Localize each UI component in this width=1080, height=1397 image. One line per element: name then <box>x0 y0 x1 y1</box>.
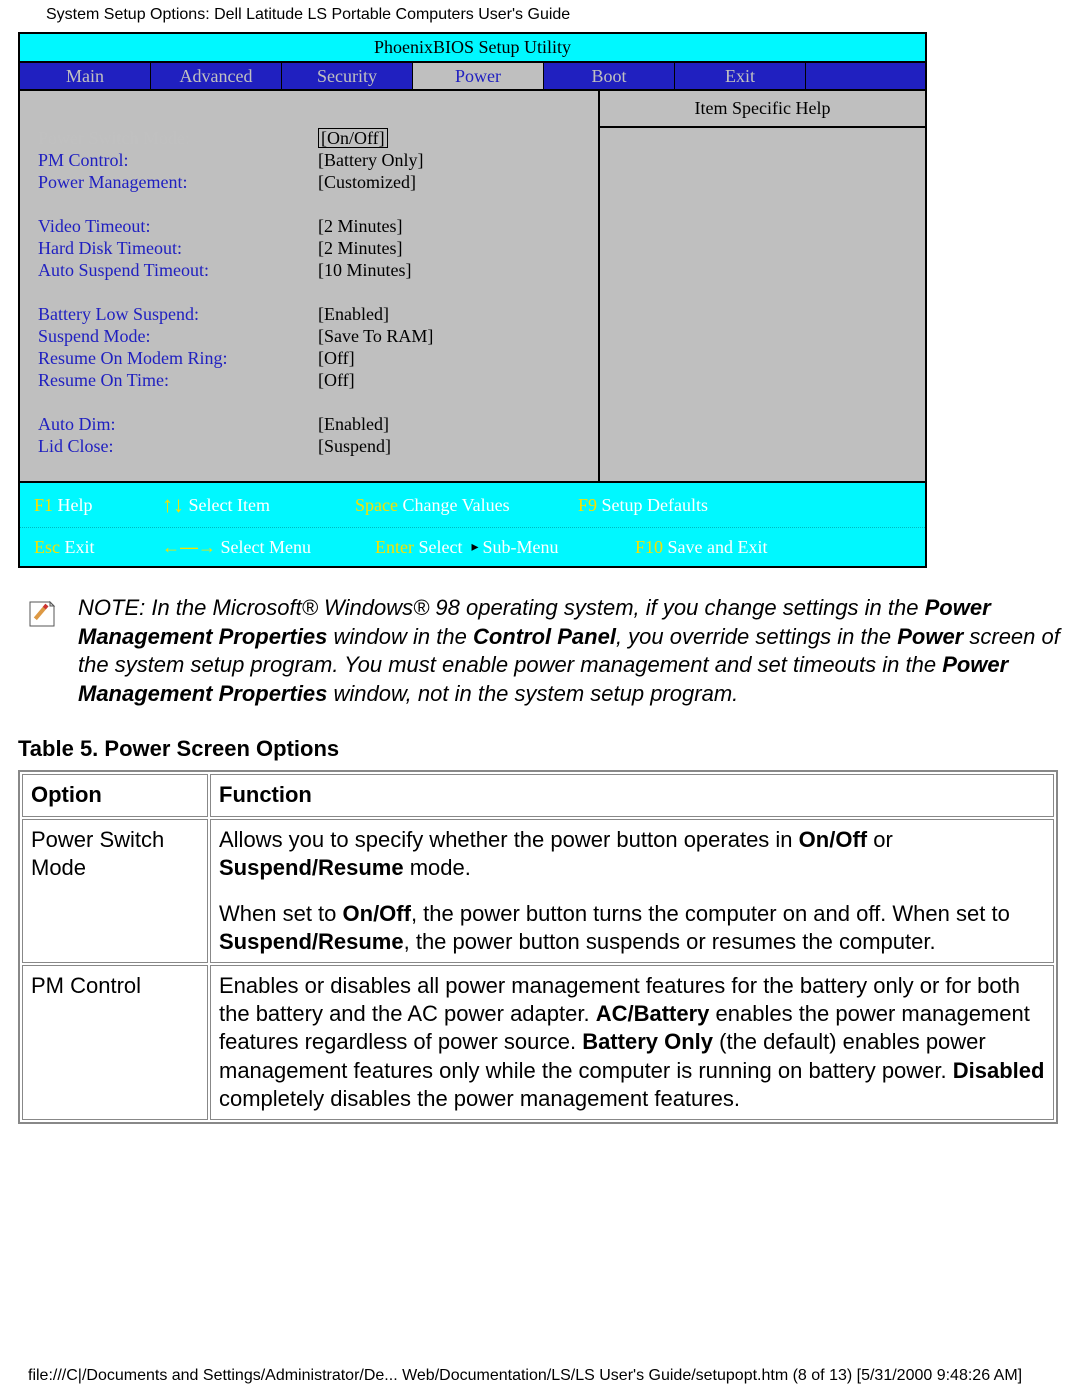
note: NOTE: In the Microsoft® Windows® 98 oper… <box>28 594 1062 708</box>
table-row: PM Control Enables or disables all power… <box>22 965 1054 1120</box>
act-help: Help <box>58 494 93 517</box>
bios-tabs: Main Advanced Security Power Boot Exit <box>20 63 925 92</box>
bios-option-row[interactable]: Resume On Time:[Off] <box>20 369 598 391</box>
tab-security[interactable]: Security <box>282 63 413 90</box>
key-enter: Enter <box>375 536 414 559</box>
key-space: Space <box>355 494 398 517</box>
page-footer: file:///C|/Documents and Settings/Admini… <box>28 1367 1052 1385</box>
bios-option-row[interactable]: Resume On Modem Ring:[Off] <box>20 347 598 369</box>
opt-desc: Allows you to specify whether the power … <box>210 819 1054 964</box>
bios-options: Power Switch Mode:[On/Off]PM Control:[Ba… <box>20 91 600 481</box>
option-value: [10 Minutes] <box>318 259 598 281</box>
page-header: System Setup Options: Dell Latitude LS P… <box>46 6 1062 24</box>
option-value: [Save To RAM] <box>318 325 598 347</box>
key-f10: F10 <box>635 536 663 559</box>
bios-option-row[interactable]: Battery Low Suspend:[Enabled] <box>20 303 598 325</box>
opt-name: Power Switch Mode <box>22 819 208 964</box>
option-value: [Enabled] <box>318 303 598 325</box>
option-label: Video Timeout: <box>38 215 318 237</box>
act-save-exit: Save and Exit <box>668 536 768 559</box>
option-value: [Suspend] <box>318 435 598 457</box>
option-value: [Off] <box>318 369 598 391</box>
option-label: Power Switch Mode: <box>38 127 318 149</box>
key-esc: Esc <box>34 536 60 559</box>
act-select: Select <box>418 536 462 559</box>
bios-screenshot: PhoenixBIOS Setup Utility Main Advanced … <box>18 32 927 568</box>
option-value: [Customized] <box>318 171 598 193</box>
bios-option-row[interactable]: Power Management:[Customized] <box>20 171 598 193</box>
bios-option-row[interactable]: Video Timeout:[2 Minutes] <box>20 215 598 237</box>
act-select-menu: Select Menu <box>221 536 311 559</box>
tab-power[interactable]: Power <box>413 63 544 90</box>
option-label: Resume On Time: <box>38 369 318 391</box>
option-label: PM Control: <box>38 149 318 171</box>
bios-option-row[interactable]: Auto Dim:[Enabled] <box>20 413 598 435</box>
footer-path: file:///C|/Documents and Settings/Admini… <box>28 1367 1022 1385</box>
option-label: Auto Suspend Timeout: <box>38 259 318 281</box>
key-f1: F1 <box>34 494 53 517</box>
option-label: Auto Dim: <box>38 413 318 435</box>
note-text: NOTE: In the Microsoft® Windows® 98 oper… <box>78 594 1062 708</box>
arrow-left-right-icon: ←—→ <box>162 536 216 559</box>
tab-advanced[interactable]: Advanced <box>151 63 282 90</box>
bios-option-row[interactable]: PM Control:[Battery Only] <box>20 149 598 171</box>
act-exit: Exit <box>65 536 95 559</box>
arrow-up-down-icon: ↑↓ <box>162 491 184 519</box>
act-setup-defaults: Setup Defaults <box>602 494 708 517</box>
pencil-note-icon <box>28 600 62 634</box>
bios-option-row[interactable]: Hard Disk Timeout:[2 Minutes] <box>20 237 598 259</box>
act-submenu: Sub-Menu <box>483 536 559 559</box>
tab-exit[interactable]: Exit <box>675 63 806 90</box>
option-value: [On/Off] <box>318 127 598 149</box>
option-value: [Off] <box>318 347 598 369</box>
act-select-item: Select Item <box>189 494 270 517</box>
bios-option-row[interactable]: Auto Suspend Timeout:[10 Minutes] <box>20 259 598 281</box>
table-title: Table 5. Power Screen Options <box>18 736 1062 762</box>
tab-main[interactable]: Main <box>20 63 151 90</box>
options-table: Option Function Power Switch Mode Allows… <box>18 770 1058 1124</box>
col-option: Option <box>22 774 208 816</box>
col-function: Function <box>210 774 1054 816</box>
option-value: [2 Minutes] <box>318 237 598 259</box>
tab-spacer <box>806 63 925 90</box>
option-label: Hard Disk Timeout: <box>38 237 318 259</box>
act-change-values: Change Values <box>402 494 509 517</box>
option-label: Battery Low Suspend: <box>38 303 318 325</box>
bios-key-legend: F1 Help ↑↓ Select Item Space Change Valu… <box>20 481 925 566</box>
bios-option-row[interactable]: Power Switch Mode:[On/Off] <box>20 127 598 149</box>
key-f9: F9 <box>578 494 597 517</box>
option-label: Resume On Modem Ring: <box>38 347 318 369</box>
option-label: Power Management: <box>38 171 318 193</box>
help-title: Item Specific Help <box>600 91 925 128</box>
bios-option-row[interactable]: Suspend Mode:[Save To RAM] <box>20 325 598 347</box>
bios-help: Item Specific Help <box>600 91 925 481</box>
opt-name: PM Control <box>22 965 208 1120</box>
option-value: [Battery Only] <box>318 149 598 171</box>
option-value: [Enabled] <box>318 413 598 435</box>
option-value: [2 Minutes] <box>318 215 598 237</box>
option-label: Suspend Mode: <box>38 325 318 347</box>
tab-boot[interactable]: Boot <box>544 63 675 90</box>
opt-desc: Enables or disables all power management… <box>210 965 1054 1120</box>
bios-option-row[interactable]: Lid Close:[Suspend] <box>20 435 598 457</box>
table-row: Power Switch Mode Allows you to specify … <box>22 819 1054 964</box>
bios-title: PhoenixBIOS Setup Utility <box>20 34 925 63</box>
option-label: Lid Close: <box>38 435 318 457</box>
triangle-right-icon: ▸ <box>471 538 478 556</box>
